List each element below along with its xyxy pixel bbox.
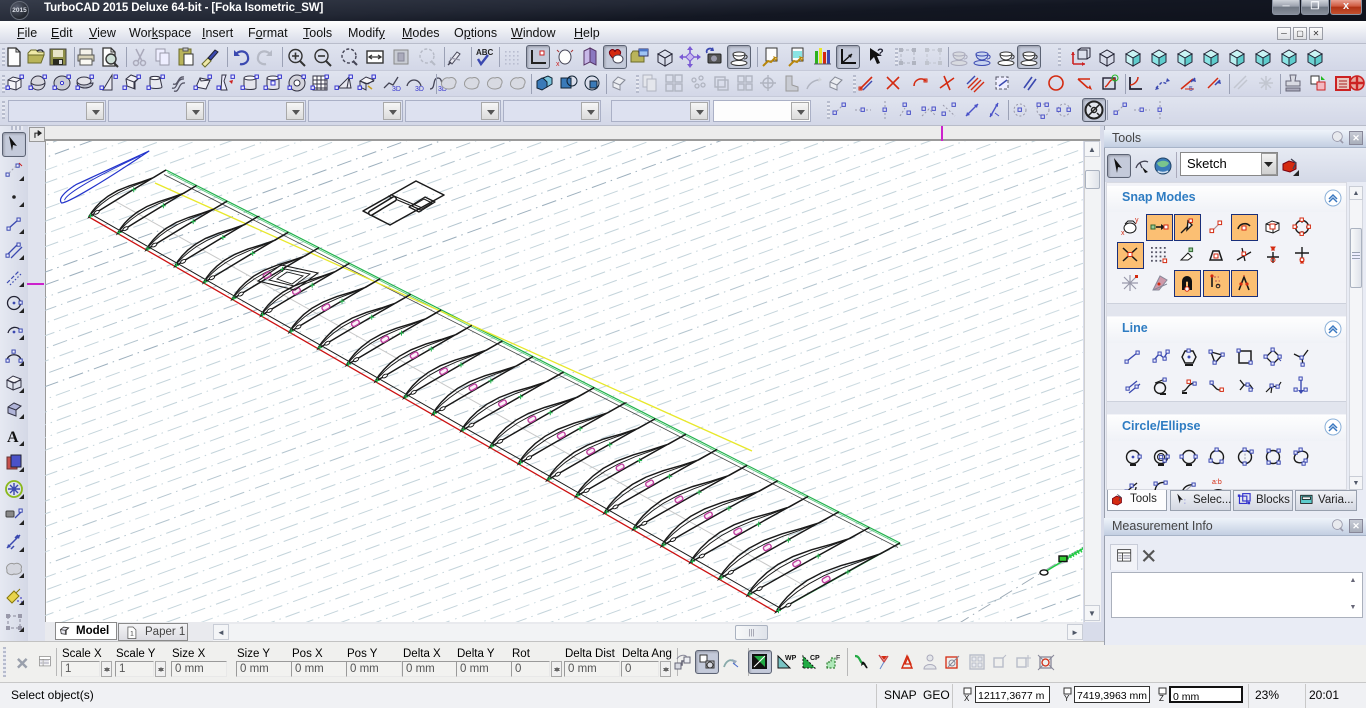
- svg-text:x: x: [1121, 230, 1125, 237]
- svg-text:3D: 3D: [415, 86, 424, 93]
- svg-text:Z: Z: [1159, 694, 1164, 703]
- svg-text:CP: CP: [810, 655, 820, 662]
- svg-text:WP: WP: [785, 655, 797, 662]
- svg-text::: :: [1184, 496, 1186, 505]
- svg-text:ABC: ABC: [476, 48, 494, 57]
- svg-text:X: X: [964, 694, 970, 703]
- svg-text:y: y: [1135, 217, 1139, 224]
- svg-text:3D: 3D: [392, 86, 401, 93]
- svg-text:1: 1: [130, 631, 134, 638]
- svg-text:F: F: [836, 655, 840, 662]
- svg-text:Y: Y: [1064, 694, 1070, 703]
- svg-text:5: 5: [1189, 86, 1193, 93]
- svg-text:?: ?: [877, 47, 884, 59]
- svg-text:a:b: a:b: [1212, 479, 1222, 486]
- svg-text:x: x: [556, 61, 560, 68]
